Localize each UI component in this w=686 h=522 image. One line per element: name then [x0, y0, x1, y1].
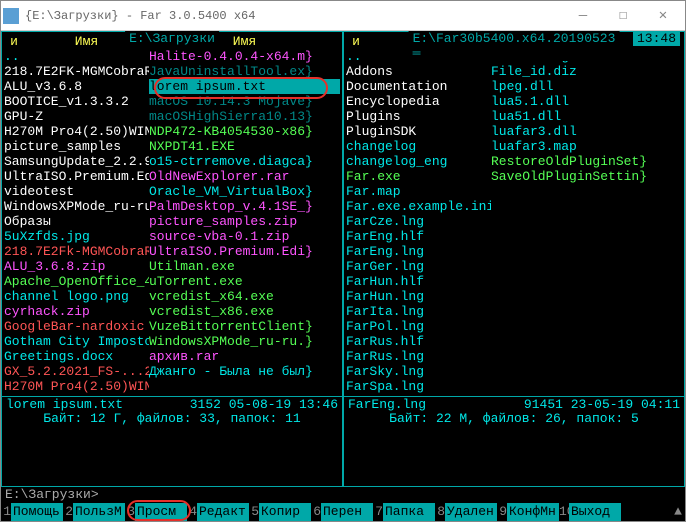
file-row[interactable]: ..Halite-0.4.0.4-x64.m} [4, 49, 340, 64]
file-row[interactable]: FarSpa.lng [346, 379, 682, 394]
file-row[interactable]: Documentationlpeg.dll [346, 79, 682, 94]
file-row[interactable]: Greetings.docxархив.rar [4, 349, 340, 364]
file-row[interactable]: FarHun.lng [346, 289, 682, 304]
fkey-7[interactable]: 7Папка [373, 503, 435, 521]
fkey-2[interactable]: 2ПользМ [63, 503, 125, 521]
file-row[interactable]: FarRus.lng [346, 349, 682, 364]
right-panel-path: E:\Far30b5400.x64.20190523 ═ [409, 31, 620, 61]
window-title: {E:\Загрузки} - Far 3.0.5400 x64 [25, 9, 563, 23]
file-row[interactable]: H270M Pro4(2.50)WINNDP472-KB4054530-x86} [4, 124, 340, 139]
file-row[interactable]: FarRus.hlf [346, 334, 682, 349]
file-row[interactable]: 218.7E2Fk-MGMCobraR}UltraISO.Premium.Edi… [4, 244, 340, 259]
file-row[interactable]: Encyclopedialua5.1.dll [346, 94, 682, 109]
right-summary: Байт: 22 М, файлов: 26, папок: 5 [344, 411, 684, 426]
function-keys: 1Помощь2ПользМ3Просм4Редакт5Копир6Перен7… [1, 503, 685, 521]
file-row[interactable]: FarHun.hlf [346, 274, 682, 289]
file-row[interactable]: Pluginslua51.dll [346, 109, 682, 124]
file-row[interactable]: ALU_v3.6.8lorem ipsum.txt [4, 79, 340, 94]
file-row[interactable]: Gotham City Imposto}WindowsXPMode_ru-ru.… [4, 334, 340, 349]
file-row[interactable]: changelog_engRestoreOldPluginSet} [346, 154, 682, 169]
left-summary: Байт: 12 Г, файлов: 33, папок: 11 [2, 411, 342, 426]
clock: 13:48 [633, 31, 680, 46]
app-icon [3, 8, 19, 24]
left-panel-path: E:\Загрузки [125, 31, 219, 46]
command-line[interactable]: E:\Загрузки> [1, 487, 685, 503]
fkey-3[interactable]: 3Просм [125, 503, 187, 521]
file-row[interactable]: cyrhack.zipvcredist_x86.exe [4, 304, 340, 319]
fkey-10[interactable]: 10Выход [559, 503, 621, 521]
file-row[interactable]: AddonsFile_id.diz [346, 64, 682, 79]
file-row[interactable]: WindowsXPMode_ru-ruPalmDesktop_v.4.1SE_} [4, 199, 340, 214]
file-row[interactable]: H270M Pro4(2.50)WIN [4, 379, 340, 394]
fkey-9[interactable]: 9КонфМн [497, 503, 559, 521]
file-row[interactable]: videotestOracle_VM_VirtualBox} [4, 184, 340, 199]
file-row[interactable]: Far.exe.example.ini [346, 199, 682, 214]
file-row[interactable]: FarPol.lng [346, 319, 682, 334]
fkey-8[interactable]: 8Удален [435, 503, 497, 521]
fkey-1[interactable]: 1Помощь [1, 503, 63, 521]
fkey-4[interactable]: 4Редакт [187, 503, 249, 521]
window-titlebar[interactable]: {E:\Загрузки} - Far 3.0.5400 x64 — ☐ ✕ [1, 1, 685, 31]
file-row[interactable]: FarGer.lng [346, 259, 682, 274]
maximize-button[interactable]: ☐ [603, 2, 643, 30]
file-row[interactable]: FarEng.lng [346, 244, 682, 259]
file-row[interactable]: GoogleBar-nardoxicVuzeBittorrentClient} [4, 319, 340, 334]
file-row[interactable]: Far.exeSaveOldPluginSettin} [346, 169, 682, 184]
file-row[interactable]: Far.map [346, 184, 682, 199]
file-row[interactable]: PluginSDKluafar3.dll [346, 124, 682, 139]
file-row[interactable]: GX_5.2.2021_FS-...2}Джанго - Была не был… [4, 364, 340, 379]
file-row[interactable]: 5uXzfds.jpgsource-vba-0.1.zip [4, 229, 340, 244]
col-head: и [346, 34, 366, 49]
file-row[interactable]: Образыpicture_samples.zip [4, 214, 340, 229]
left-status: lorem ipsum.txt 3152 05-08-19 13:46 [2, 396, 342, 411]
file-row[interactable]: 218.7E2FK-MGMCobraR}JavaUninstallTool.ex… [4, 64, 340, 79]
file-row[interactable]: SamsungUpdate_2.2.9}o15-ctrremove.diagca… [4, 154, 340, 169]
left-panel[interactable]: E:\Загрузки и Имя Имя ..Halite-0.4.0.4-x… [1, 31, 343, 487]
close-button[interactable]: ✕ [643, 2, 683, 30]
file-row[interactable]: picture_samplesNXPDT41.EXE [4, 139, 340, 154]
file-row[interactable]: FarIta.lng [346, 304, 682, 319]
fkey-6[interactable]: 6Перен [311, 503, 373, 521]
minimize-button[interactable]: — [563, 2, 603, 30]
file-row[interactable]: FarEng.hlf [346, 229, 682, 244]
file-row[interactable]: ALU_3.6.8.zipUtilman.exe [4, 259, 340, 274]
scroll-up-icon[interactable]: ▲ [671, 503, 685, 521]
file-row[interactable]: channel logo.pngvcredist_x64.exe [4, 289, 340, 304]
file-row[interactable]: changelogluafar3.map [346, 139, 682, 154]
file-row[interactable]: Apache_OpenOffice_4}uTorrent.exe [4, 274, 340, 289]
col-head: и [4, 34, 24, 49]
file-row[interactable]: FarSky.lng [346, 364, 682, 379]
fkey-5[interactable]: 5Копир [249, 503, 311, 521]
file-row[interactable]: BOOTICE_v1.3.3.2macOS 10.14.3 Mojave} [4, 94, 340, 109]
file-row[interactable]: FarCze.lng [346, 214, 682, 229]
right-status: FarEng.lng 91451 23-05-19 04:11 [344, 396, 684, 411]
right-panel[interactable]: E:\Far30b5400.x64.20190523 ═ 13:48 и Имя… [343, 31, 685, 487]
file-row[interactable]: GPU-ZmacOSHighSierra10.13} [4, 109, 340, 124]
file-row[interactable]: UltraISO.Premium.Ed}OldNewExplorer.rar [4, 169, 340, 184]
